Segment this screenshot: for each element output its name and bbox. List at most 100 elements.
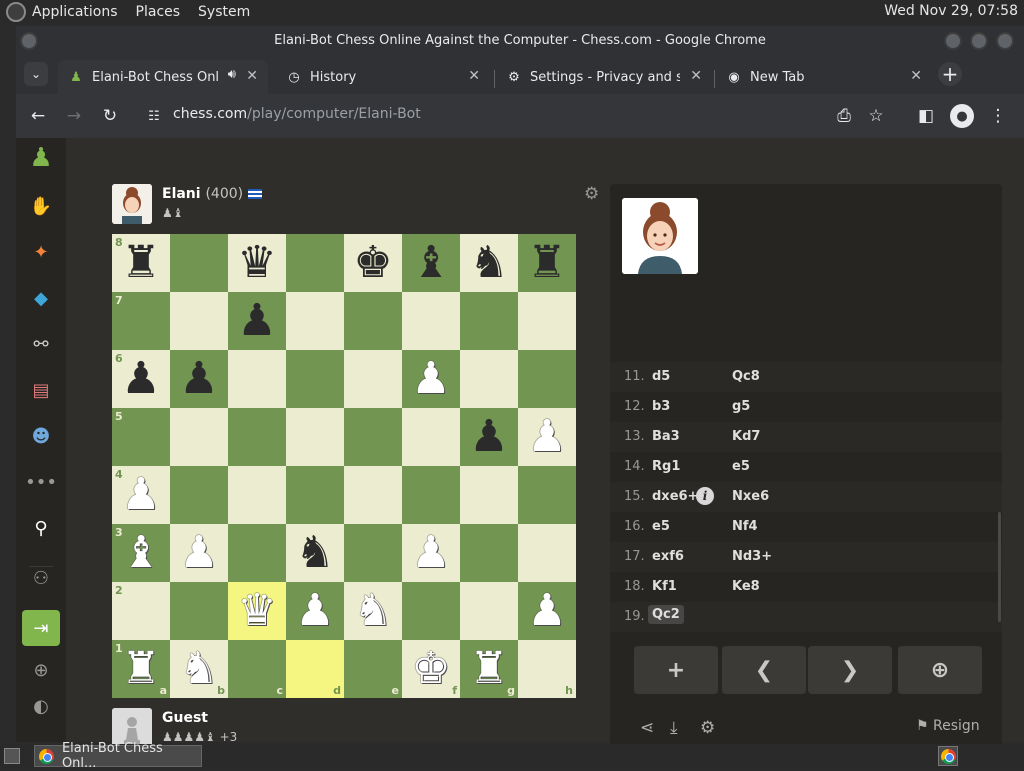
workspace-switcher[interactable] xyxy=(938,746,958,766)
square-d5[interactable] xyxy=(286,408,344,466)
back-icon[interactable]: ← xyxy=(26,104,50,128)
black-move[interactable]: e5 xyxy=(732,459,750,474)
black-move[interactable]: Kd7 xyxy=(732,429,760,444)
square-c3[interactable] xyxy=(228,524,286,582)
tab-new[interactable]: ◉ New Tab ✕ xyxy=(716,60,932,94)
white-rook-piece[interactable]: ♜ xyxy=(469,647,508,691)
board-settings-icon[interactable]: ⚙ xyxy=(584,184,599,204)
show-desktop-icon[interactable] xyxy=(4,748,20,764)
social-icon[interactable]: ☻ xyxy=(29,424,53,448)
black-pawn-piece[interactable]: ♟ xyxy=(469,415,508,459)
square-h2[interactable]: ♟ xyxy=(518,582,576,640)
chess-board[interactable]: 8 ♜ ♛ ♚ ♝ ♞ ♜ 7 ♟ 6 ♟ ♟ ♟ 5 ♟ ♟ 4 ♟ 3 ♝ ♟ ♞ ♟ 2 ♛ ♟ ♞ ♟ 1 a ♜ b ♞ c d e f ♚ g ♜… xyxy=(112,234,576,698)
close-tab-icon[interactable]: ✕ xyxy=(246,68,258,84)
maximize-icon[interactable] xyxy=(970,32,988,50)
square-h7[interactable] xyxy=(518,292,576,350)
white-pawn-piece[interactable]: ♟ xyxy=(179,531,218,575)
player-name[interactable]: Guest xyxy=(162,710,208,726)
square-e2[interactable]: ♞ xyxy=(344,582,402,640)
square-e5[interactable] xyxy=(344,408,402,466)
square-b8[interactable] xyxy=(170,234,228,292)
square-b4[interactable] xyxy=(170,466,228,524)
download-icon[interactable]: ⤓ xyxy=(670,718,678,738)
reload-icon[interactable]: ↻ xyxy=(98,104,122,128)
square-a4[interactable]: 4 ♟ xyxy=(112,466,170,524)
resign-button[interactable]: ⚑ Resign xyxy=(916,718,980,734)
tab-history[interactable]: ◷ History ✕ xyxy=(276,60,490,94)
close-window-icon[interactable] xyxy=(996,32,1014,50)
square-d7[interactable] xyxy=(286,292,344,350)
search-icon[interactable]: ⚲ xyxy=(29,516,53,540)
square-f5[interactable] xyxy=(402,408,460,466)
white-bishop-piece[interactable]: ♝ xyxy=(121,531,160,575)
tab-chess[interactable]: ♟ Elani-Bot Chess Onli 🔊︎ ✕ xyxy=(58,60,268,94)
square-f7[interactable] xyxy=(402,292,460,350)
square-c6[interactable] xyxy=(228,350,286,408)
settings-icon[interactable]: ⚙ xyxy=(700,718,715,738)
audio-icon[interactable]: 🔊︎ xyxy=(228,67,236,82)
square-b3[interactable]: ♟ xyxy=(170,524,228,582)
close-tab-icon[interactable]: ✕ xyxy=(910,68,922,84)
theme-icon[interactable]: ◐ xyxy=(29,694,53,718)
black-move[interactable]: Nxe6 xyxy=(732,489,769,504)
square-f4[interactable] xyxy=(402,466,460,524)
square-g5[interactable]: ♟ xyxy=(460,408,518,466)
os-logo-icon[interactable] xyxy=(6,2,26,22)
window-titlebar[interactable]: Elani-Bot Chess Online Against the Compu… xyxy=(16,26,1024,56)
white-queen-piece[interactable]: ♛ xyxy=(237,589,276,633)
watch-icon[interactable]: ⚯ xyxy=(29,332,53,356)
clock[interactable]: Wed Nov 29, 07:58 xyxy=(884,3,1018,19)
black-move[interactable]: Qc8 xyxy=(732,369,760,384)
language-icon[interactable]: ⊕ xyxy=(29,658,53,682)
site-info-icon[interactable]: ☷ xyxy=(142,104,166,128)
square-h5[interactable]: ♟ xyxy=(518,408,576,466)
square-h6[interactable] xyxy=(518,350,576,408)
next-move-button[interactable]: ❯ xyxy=(808,646,892,694)
square-h1[interactable]: h xyxy=(518,640,576,698)
white-move[interactable]: Kf1 xyxy=(652,579,677,594)
square-a3[interactable]: 3 ♝ xyxy=(112,524,170,582)
square-b1[interactable]: b ♞ xyxy=(170,640,228,698)
square-g6[interactable] xyxy=(460,350,518,408)
square-e6[interactable] xyxy=(344,350,402,408)
black-knight-piece[interactable]: ♞ xyxy=(295,531,334,575)
square-d2[interactable]: ♟ xyxy=(286,582,344,640)
white-move[interactable]: exf6 xyxy=(652,549,684,564)
black-move[interactable]: Nd3+ xyxy=(732,549,772,564)
white-move[interactable]: Rg1 xyxy=(652,459,680,474)
square-h3[interactable] xyxy=(518,524,576,582)
learn-icon[interactable]: ◆ xyxy=(29,286,53,310)
white-move[interactable]: Ba3 xyxy=(652,429,680,444)
news-icon[interactable]: ▤ xyxy=(29,378,53,402)
menu-kebab-icon[interactable]: ⋮ xyxy=(986,104,1010,128)
analysis-button[interactable]: ⊕ xyxy=(898,646,982,694)
white-knight-piece[interactable]: ♞ xyxy=(353,589,392,633)
black-queen-piece[interactable]: ♛ xyxy=(237,241,276,285)
square-b6[interactable]: ♟ xyxy=(170,350,228,408)
square-e4[interactable] xyxy=(344,466,402,524)
square-g2[interactable] xyxy=(460,582,518,640)
square-g4[interactable] xyxy=(460,466,518,524)
black-move[interactable]: Ke8 xyxy=(732,579,760,594)
square-a2[interactable]: 2 xyxy=(112,582,170,640)
move-list-scrollbar[interactable] xyxy=(998,512,1001,622)
white-pawn-piece[interactable]: ♟ xyxy=(527,415,566,459)
profile-icon[interactable]: ● xyxy=(950,104,974,128)
new-tab-button[interactable]: + xyxy=(938,62,962,86)
square-c5[interactable] xyxy=(228,408,286,466)
window-menu-icon[interactable] xyxy=(20,32,38,50)
black-knight-piece[interactable]: ♞ xyxy=(469,241,508,285)
black-pawn-piece[interactable]: ♟ xyxy=(121,357,160,401)
square-a7[interactable]: 7 xyxy=(112,292,170,350)
square-e3[interactable] xyxy=(344,524,402,582)
white-move[interactable]: e5 xyxy=(652,519,670,534)
black-rook-piece[interactable]: ♜ xyxy=(121,241,160,285)
white-rook-piece[interactable]: ♜ xyxy=(121,647,160,691)
square-e8[interactable]: ♚ xyxy=(344,234,402,292)
more-icon[interactable]: ••• xyxy=(25,470,57,494)
black-king-piece[interactable]: ♚ xyxy=(353,241,392,285)
square-e7[interactable] xyxy=(344,292,402,350)
menu-applications[interactable]: Applications xyxy=(32,4,118,20)
white-move[interactable]: b3 xyxy=(652,399,670,414)
white-pawn-piece[interactable]: ♟ xyxy=(411,531,450,575)
